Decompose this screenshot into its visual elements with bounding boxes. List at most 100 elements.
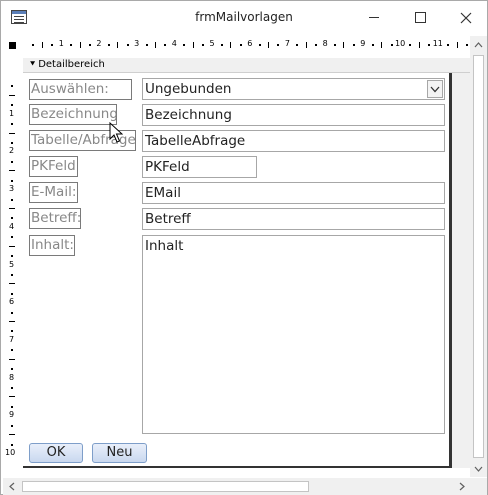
ruler-tick [315, 44, 318, 46]
ruler-tick [11, 273, 13, 276]
ruler-number: 4 [9, 221, 15, 231]
ruler-tick [352, 44, 355, 46]
ruler-tick [11, 368, 13, 371]
horizontal-ruler[interactable]: 1 2 3 4 5 6 7 8 9 10 11 [21, 36, 470, 54]
label-inhalt[interactable]: Inhalt: [29, 235, 75, 256]
ruler-tick [268, 42, 270, 48]
maximize-button[interactable] [397, 1, 443, 34]
ruler-number: 9 [360, 39, 366, 48]
textbox-tabelle-abfrage[interactable]: TabelleAbfrage [142, 130, 445, 152]
close-icon [460, 12, 472, 23]
dropdown-button[interactable] [427, 80, 443, 98]
combo-auswaehlen[interactable]: Ungebunden [142, 78, 445, 100]
ruler-number: 6 [247, 39, 253, 48]
ruler-tick [11, 179, 13, 182]
mouse-pointer-icon [109, 122, 123, 143]
textbox-betreff[interactable]: Betreff [142, 208, 445, 230]
textbox-pkfeld[interactable]: PKFeld [142, 156, 257, 178]
ok-button[interactable]: OK [29, 443, 83, 463]
form-selector[interactable] [3, 36, 21, 54]
ruler-tick [9, 170, 15, 172]
textbox-bezeichnung[interactable]: Bezeichnung [142, 104, 445, 126]
label-bezeichnung[interactable]: Bezeichnung: [29, 104, 117, 125]
ruler-tick [447, 44, 450, 46]
ruler-tick [79, 42, 81, 48]
label-auswaehlen[interactable]: Auswählen: [29, 79, 132, 100]
ruler-tick [183, 44, 186, 46]
ruler-number: 3 [134, 39, 140, 48]
ruler-number: 1 [58, 39, 64, 48]
ruler-tick [428, 44, 431, 46]
ruler-tick [11, 236, 13, 239]
ruler-number: 1 [9, 108, 15, 118]
form-edge-bottom[interactable] [23, 466, 452, 468]
scroll-left-button[interactable] [3, 478, 20, 495]
ruler-tick [305, 42, 307, 48]
ruler-tick [418, 42, 420, 48]
label-email[interactable]: E-Mail: [29, 182, 78, 203]
form-window: frmMailvorlagen 1 2 3 4 5 6 7 8 9 10 11 1234567891… [0, 0, 488, 495]
section-header-detail[interactable]: ⯆ Detailbereich [23, 58, 470, 73]
ruler-number: 5 [209, 39, 215, 48]
ruler-tick [11, 311, 13, 314]
close-button[interactable] [443, 1, 488, 34]
ruler-tick [11, 104, 13, 107]
ruler-number: 10 [5, 448, 16, 457]
textbox-inhalt[interactable]: Inhalt [142, 235, 445, 434]
ruler-tick [70, 44, 73, 46]
ruler-tick [371, 44, 374, 46]
ruler-number: 4 [171, 39, 177, 48]
new-button[interactable]: Neu [92, 443, 147, 463]
ruler-tick [11, 405, 13, 408]
label-pkfeld[interactable]: PKFeld [29, 156, 78, 177]
ruler-tick [390, 44, 393, 46]
ruler-tick [145, 44, 148, 46]
detail-section[interactable]: Auswählen: Ungebunden Bezeichnung: Bezei… [23, 73, 449, 466]
ruler-number: 7 [284, 39, 290, 48]
ruler-tick [9, 358, 15, 360]
scroll-up-button[interactable] [470, 36, 487, 53]
ruler-tick [11, 349, 13, 352]
horizontal-scroll-thumb[interactable] [22, 481, 309, 492]
ruler-number: 2 [96, 39, 102, 48]
title-bar: frmMailvorlagen [1, 1, 487, 34]
ruler-tick [32, 44, 35, 46]
ruler-tick [456, 42, 458, 48]
ruler-tick [220, 44, 223, 46]
ruler-tick [154, 42, 156, 48]
ruler-tick [202, 44, 205, 46]
vertical-scroll-thumb[interactable] [473, 55, 484, 458]
combo-value: Ungebunden [145, 81, 232, 97]
ruler-tick [51, 44, 54, 46]
ruler-number: 2 [9, 146, 15, 156]
ruler-tick [9, 132, 15, 134]
ruler-number: 8 [9, 372, 15, 382]
scroll-right-button[interactable] [453, 478, 470, 495]
ruler-tick [9, 94, 15, 96]
textbox-email[interactable]: EMail [142, 182, 445, 204]
ruler-tick [9, 245, 15, 247]
ruler-tick [11, 198, 13, 201]
ruler-tick [239, 44, 242, 46]
ruler-tick [9, 396, 15, 398]
vertical-ruler[interactable]: 1 2 3 4 5 6 7 8 9 10 [3, 72, 21, 465]
chevron-right-icon [459, 482, 465, 491]
ruler-tick [11, 292, 13, 295]
ruler-tick [11, 443, 13, 446]
vertical-scrollbar[interactable] [470, 36, 487, 477]
ruler-tick [9, 321, 15, 323]
minimize-button[interactable] [351, 1, 397, 34]
horizontal-scrollbar[interactable] [3, 478, 470, 495]
ruler-tick [11, 85, 13, 88]
label-betreff[interactable]: Betreff: [29, 208, 81, 229]
ruler-number: 10 [395, 39, 406, 48]
ruler-tick [107, 44, 110, 46]
scroll-down-button[interactable] [470, 460, 487, 477]
size-grip[interactable] [470, 478, 487, 495]
section-selector[interactable] [5, 58, 19, 73]
ruler-tick [41, 42, 43, 48]
chevron-left-icon [8, 482, 14, 491]
ruler-tick [164, 44, 167, 46]
ruler-number: 6 [9, 297, 15, 307]
ruler-tick [258, 44, 261, 46]
